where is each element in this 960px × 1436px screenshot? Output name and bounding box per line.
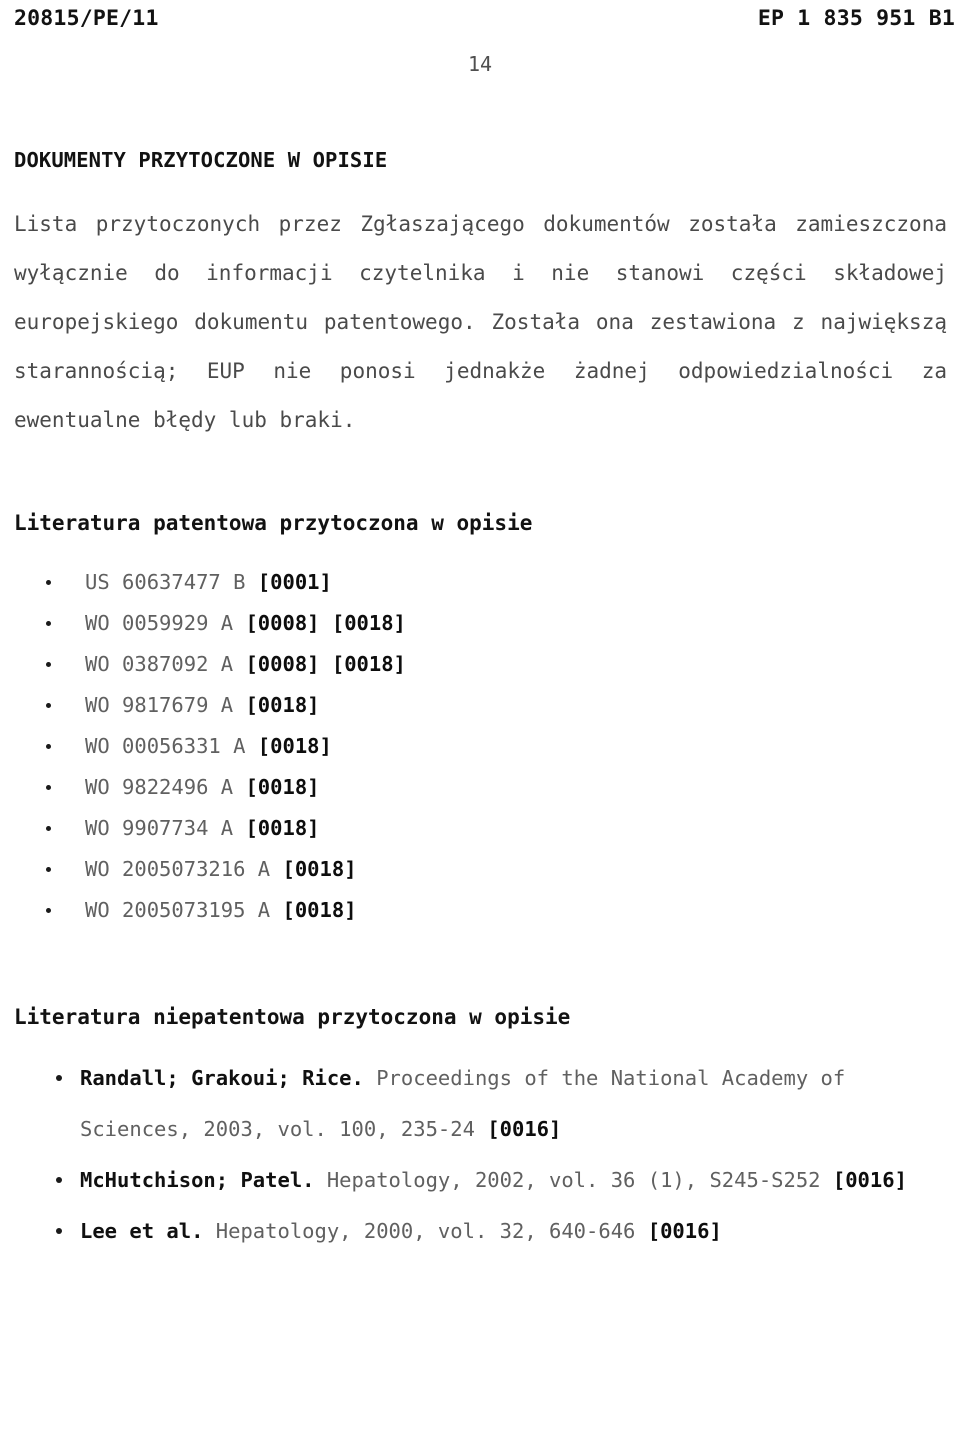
citation-authors: McHutchison; Patel. <box>80 1168 315 1192</box>
patent-literature-list: US 60637477 B [0001] WO 0059929 A [0008] … <box>14 562 947 931</box>
citation-source: Hepatology, 2002, vol. 36 (1), S245-S252 <box>326 1168 821 1192</box>
patent-document-id: WO 0387092 A <box>85 652 234 676</box>
patent-list-item: WO 9907734 A [0018] <box>46 808 947 849</box>
paragraph-reference: [0018] <box>282 898 357 922</box>
patent-list-item: WO 2005073195 A [0018] <box>46 890 947 931</box>
patent-list-item: WO 0059929 A [0008] [0018] <box>46 603 947 644</box>
patent-document-id: WO 9822496 A <box>85 775 234 799</box>
patent-page: 20815/PE/11 EP 1 835 951 B1 14 DOKUMENTY… <box>0 0 960 1436</box>
nonpatent-list-item: McHutchison; Patel. Hepatology, 2002, vo… <box>56 1155 947 1206</box>
patent-list-item: US 60637477 B [0001] <box>46 562 947 603</box>
nonpatent-literature-list: Randall; Grakoui; Rice. Proceedings of t… <box>14 1053 947 1257</box>
disclaimer-paragraph: Lista przytoczonych przez Zgłaszającego … <box>14 212 947 432</box>
page-content: DOKUMENTY PRZYTOCZONE W OPISIE Lista prz… <box>14 148 947 1257</box>
paragraph-reference: [0018] <box>282 857 357 881</box>
paragraph-reference: [0008] [0018] <box>245 652 406 676</box>
patent-literature-heading: Literatura patentowa przytoczona w opisi… <box>14 511 533 535</box>
patent-document-id: WO 0059929 A <box>85 611 234 635</box>
paragraph-reference: [0008] [0018] <box>245 611 406 635</box>
patent-document-id: WO 2005073195 A <box>85 898 271 922</box>
patent-list-item: WO 0387092 A [0008] [0018] <box>46 644 947 685</box>
citation-authors: Lee et al. <box>80 1219 204 1243</box>
paragraph-reference: [0018] <box>245 693 320 717</box>
patent-list-item: WO 9817679 A [0018] <box>46 685 947 726</box>
paragraph-reference: [0018] <box>245 775 320 799</box>
paragraph-reference: [0016] <box>487 1117 562 1141</box>
paragraph-reference: [0018] <box>257 734 332 758</box>
patent-document-id: US 60637477 B <box>85 570 246 594</box>
paragraph-reference: [0001] <box>257 570 332 594</box>
running-head: 20815/PE/11 EP 1 835 951 B1 <box>14 6 955 36</box>
page-title: DOKUMENTY PRZYTOCZONE W OPISIE <box>14 148 388 172</box>
patent-list-item: WO 2005073216 A [0018] <box>46 849 947 890</box>
citation-authors: Randall; Grakoui; Rice. <box>80 1066 364 1090</box>
patent-document-id: WO 9907734 A <box>85 816 234 840</box>
patent-document-id: WO 00056331 A <box>85 734 246 758</box>
nonpatent-literature-heading: Literatura niepatentowa przytoczona w op… <box>14 1005 571 1029</box>
header-publication-number: EP 1 835 951 B1 <box>757 6 955 31</box>
paragraph-reference: [0016] <box>832 1168 907 1192</box>
patent-list-item: WO 00056331 A [0018] <box>46 726 947 767</box>
patent-document-id: WO 9817679 A <box>85 693 234 717</box>
paragraph-reference: [0018] <box>245 816 320 840</box>
header-docket-number: 20815/PE/11 <box>14 6 159 31</box>
nonpatent-list-item: Lee et al. Hepatology, 2000, vol. 32, 64… <box>56 1206 947 1257</box>
citation-source: Hepatology, 2000, vol. 32, 640-646 <box>215 1219 636 1243</box>
page-number: 14 <box>467 52 493 76</box>
patent-document-id: WO 2005073216 A <box>85 857 271 881</box>
patent-list-item: WO 9822496 A [0018] <box>46 767 947 808</box>
nonpatent-list-item: Randall; Grakoui; Rice. Proceedings of t… <box>56 1053 947 1155</box>
paragraph-reference: [0016] <box>647 1219 722 1243</box>
